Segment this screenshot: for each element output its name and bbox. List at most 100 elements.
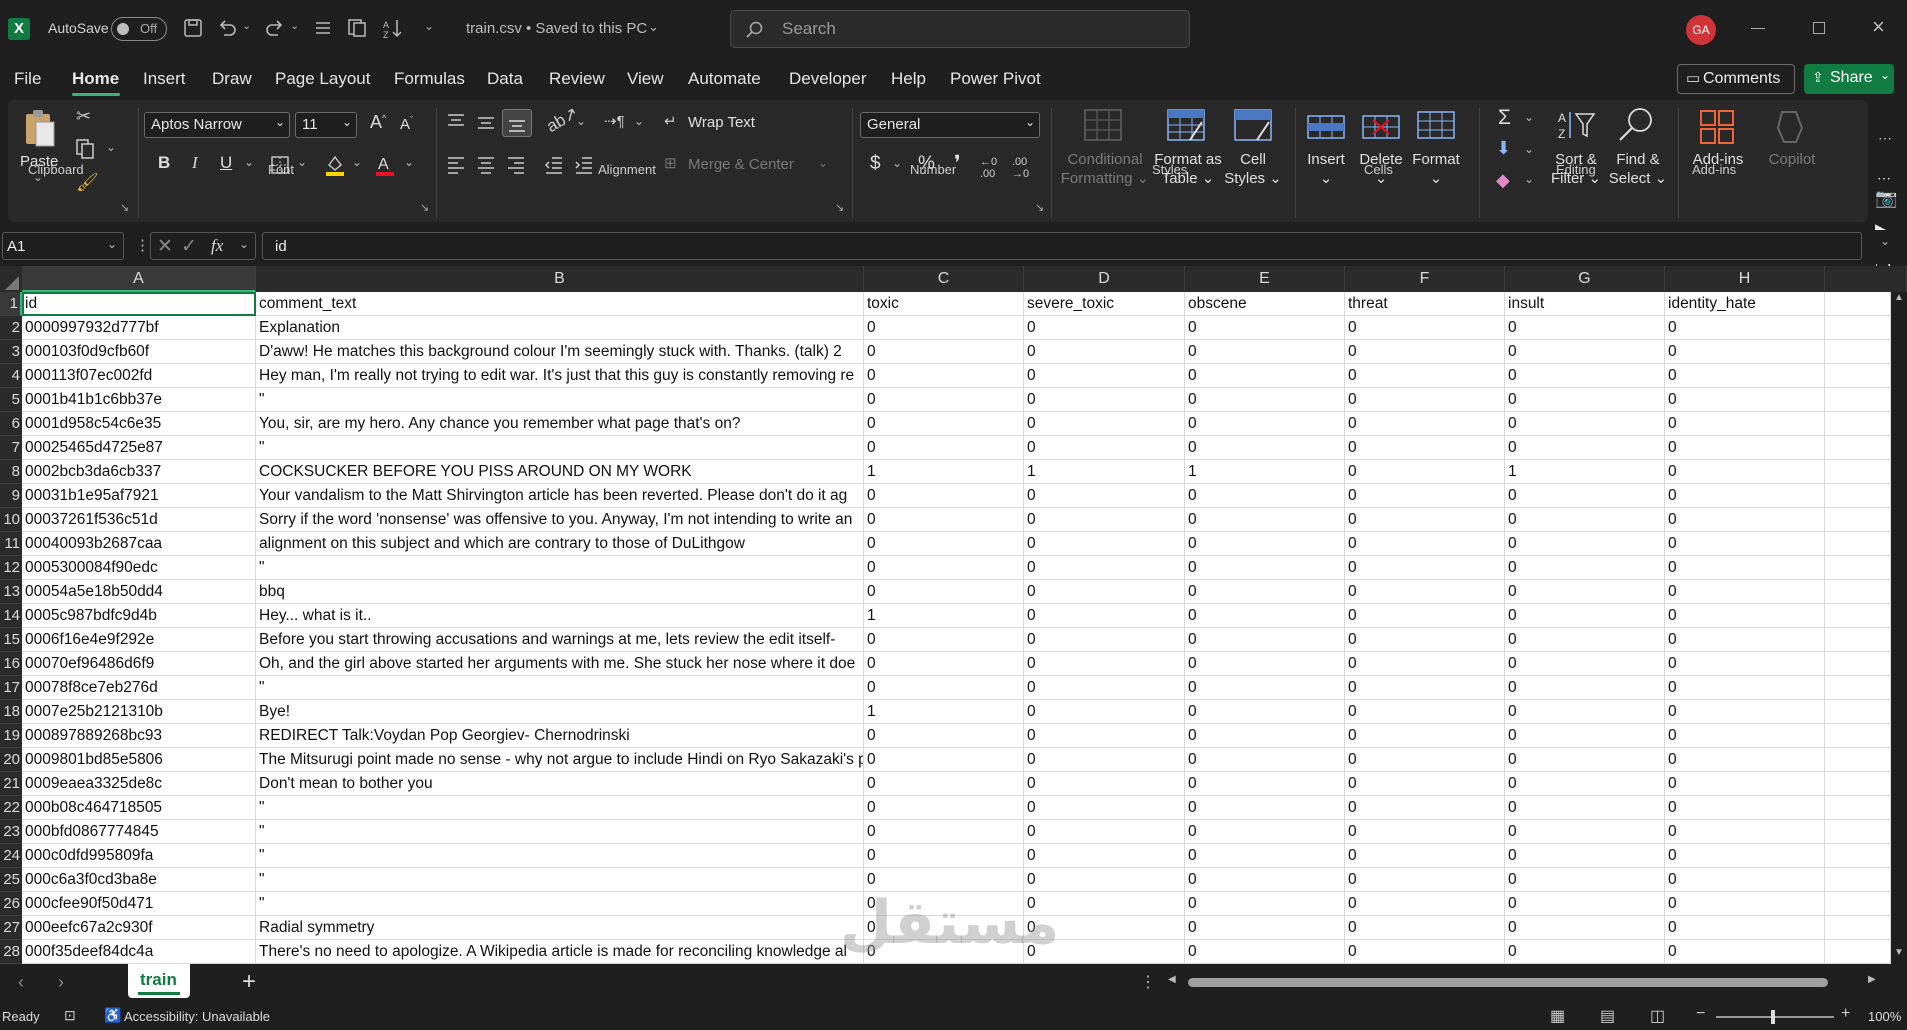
cell-f[interactable]: 0: [1345, 460, 1505, 484]
empty-cell[interactable]: [1825, 796, 1891, 820]
cell-f[interactable]: 0: [1345, 892, 1505, 916]
cell-f[interactable]: 0: [1345, 364, 1505, 388]
cell-d[interactable]: 0: [1024, 388, 1185, 412]
page-layout-view-icon[interactable]: ▤: [1600, 1006, 1615, 1026]
cell-e[interactable]: 0: [1185, 796, 1345, 820]
column-header-d[interactable]: D: [1024, 266, 1185, 292]
cell-e[interactable]: 0: [1185, 316, 1345, 340]
ribbon-more-icon[interactable]: ⋯: [1878, 130, 1892, 147]
column-header-h[interactable]: H: [1665, 266, 1825, 292]
cell-a[interactable]: 000b08c464718505: [22, 796, 256, 820]
format-as-table-icon[interactable]: [1166, 108, 1206, 144]
increase-decimal-icon[interactable]: ←0.00: [980, 156, 997, 180]
merge-center-chevron-icon[interactable]: ⌄: [818, 156, 828, 170]
undo-dropdown-icon[interactable]: ⌄: [242, 19, 251, 32]
cell-c[interactable]: 1: [864, 460, 1024, 484]
cut-icon[interactable]: ✂: [76, 106, 91, 127]
cell-d[interactable]: 0: [1024, 892, 1185, 916]
cell-f[interactable]: 0: [1345, 940, 1505, 964]
cell-a[interactable]: 000bfd0867774845: [22, 820, 256, 844]
cell-d[interactable]: 0: [1024, 940, 1185, 964]
row-header[interactable]: 16: [0, 652, 22, 676]
tab-insert[interactable]: Insert: [143, 69, 186, 89]
cell-h[interactable]: 0: [1665, 748, 1825, 772]
cell-h[interactable]: 0: [1665, 580, 1825, 604]
cell-f[interactable]: 0: [1345, 508, 1505, 532]
cell-b[interactable]: ": [256, 796, 864, 820]
zoom-out-icon[interactable]: −: [1696, 1005, 1705, 1023]
redo-dropdown-icon[interactable]: ⌄: [290, 19, 299, 32]
cell-g[interactable]: 0: [1505, 916, 1665, 940]
empty-cell[interactable]: [1825, 940, 1891, 964]
cell-d[interactable]: 0: [1024, 436, 1185, 460]
empty-cell[interactable]: [1825, 844, 1891, 868]
cell-f[interactable]: 0: [1345, 388, 1505, 412]
align-center-icon[interactable]: [475, 154, 497, 176]
cell-f[interactable]: 0: [1345, 340, 1505, 364]
cell-f[interactable]: 0: [1345, 580, 1505, 604]
cell-g[interactable]: 1: [1505, 460, 1665, 484]
cell-f[interactable]: 0: [1345, 820, 1505, 844]
cell-f[interactable]: 0: [1345, 628, 1505, 652]
zoom-slider-thumb[interactable]: [1771, 1010, 1775, 1024]
header-cell-d[interactable]: severe_toxic: [1024, 292, 1185, 316]
cell-c[interactable]: 0: [864, 652, 1024, 676]
avatar[interactable]: GA: [1686, 15, 1716, 45]
cell-f[interactable]: 0: [1345, 748, 1505, 772]
fx-chevron-icon[interactable]: ⌄: [239, 237, 249, 251]
vertical-scrollbar[interactable]: ▲ ▼: [1891, 292, 1907, 964]
cell-e[interactable]: 0: [1185, 700, 1345, 724]
cell-h[interactable]: 0: [1665, 772, 1825, 796]
cell-g[interactable]: 0: [1505, 532, 1665, 556]
comments-button[interactable]: ▭ Comments: [1677, 64, 1795, 94]
cell-f[interactable]: 0: [1345, 676, 1505, 700]
cell-b[interactable]: ": [256, 868, 864, 892]
cell-a[interactable]: 0007e25b2121310b: [22, 700, 256, 724]
cell-b[interactable]: ": [256, 676, 864, 700]
scroll-left-icon[interactable]: ◀: [1168, 974, 1176, 985]
tab-draw[interactable]: Draw: [212, 69, 252, 89]
cell-a[interactable]: 00054a5e18b50dd4: [22, 580, 256, 604]
column-header-b[interactable]: B: [256, 266, 864, 292]
cell-h[interactable]: 0: [1665, 388, 1825, 412]
row-header[interactable]: 25: [0, 868, 22, 892]
horizontal-scrollbar[interactable]: ◀ ▶: [1168, 974, 1880, 990]
cell-g[interactable]: 0: [1505, 436, 1665, 460]
sheet-options-icon[interactable]: ⋮: [1140, 972, 1156, 992]
empty-cell[interactable]: [1825, 532, 1891, 556]
redo-icon[interactable]: [264, 17, 286, 39]
empty-cell[interactable]: [1825, 724, 1891, 748]
cell-g[interactable]: 0: [1505, 580, 1665, 604]
conditional-formatting-icon[interactable]: [1083, 108, 1123, 142]
insert-cells-label[interactable]: Insert ⌄: [1300, 150, 1352, 188]
cell-e[interactable]: 0: [1185, 676, 1345, 700]
cell-e[interactable]: 0: [1185, 604, 1345, 628]
copilot-label[interactable]: Copilot: [1760, 150, 1824, 169]
cell-h[interactable]: 0: [1665, 724, 1825, 748]
cell-h[interactable]: 0: [1665, 844, 1825, 868]
cell-c[interactable]: 0: [864, 436, 1024, 460]
cell-a[interactable]: 000c0dfd995809fa: [22, 844, 256, 868]
cell-d[interactable]: 0: [1024, 316, 1185, 340]
column-header-c[interactable]: C: [864, 266, 1024, 292]
cell-h[interactable]: 0: [1665, 604, 1825, 628]
cell-e[interactable]: 0: [1185, 340, 1345, 364]
cell-h[interactable]: 0: [1665, 364, 1825, 388]
row-header[interactable]: 18: [0, 700, 22, 724]
cell-b[interactable]: COCKSUCKER BEFORE YOU PISS AROUND ON MY …: [256, 460, 864, 484]
borders-chevron-icon[interactable]: ⌄: [297, 155, 307, 169]
cell-f[interactable]: 0: [1345, 412, 1505, 436]
form-icon[interactable]: [313, 18, 333, 38]
cell-b[interactable]: REDIRECT Talk:Voydan Pop Georgiev- Chern…: [256, 724, 864, 748]
cell-f[interactable]: 0: [1345, 484, 1505, 508]
cell-d[interactable]: 0: [1024, 628, 1185, 652]
decrease-font-icon[interactable]: Aˇ: [400, 115, 413, 133]
cell-d[interactable]: 0: [1024, 796, 1185, 820]
search-box[interactable]: Search: [730, 10, 1190, 48]
cell-a[interactable]: 00037261f536c51d: [22, 508, 256, 532]
cell-e[interactable]: 0: [1185, 532, 1345, 556]
insert-cells-icon[interactable]: [1306, 108, 1346, 144]
row-header[interactable]: 21: [0, 772, 22, 796]
page-break-view-icon[interactable]: ◫: [1650, 1006, 1665, 1026]
horizontal-scroll-thumb[interactable]: [1188, 978, 1828, 987]
